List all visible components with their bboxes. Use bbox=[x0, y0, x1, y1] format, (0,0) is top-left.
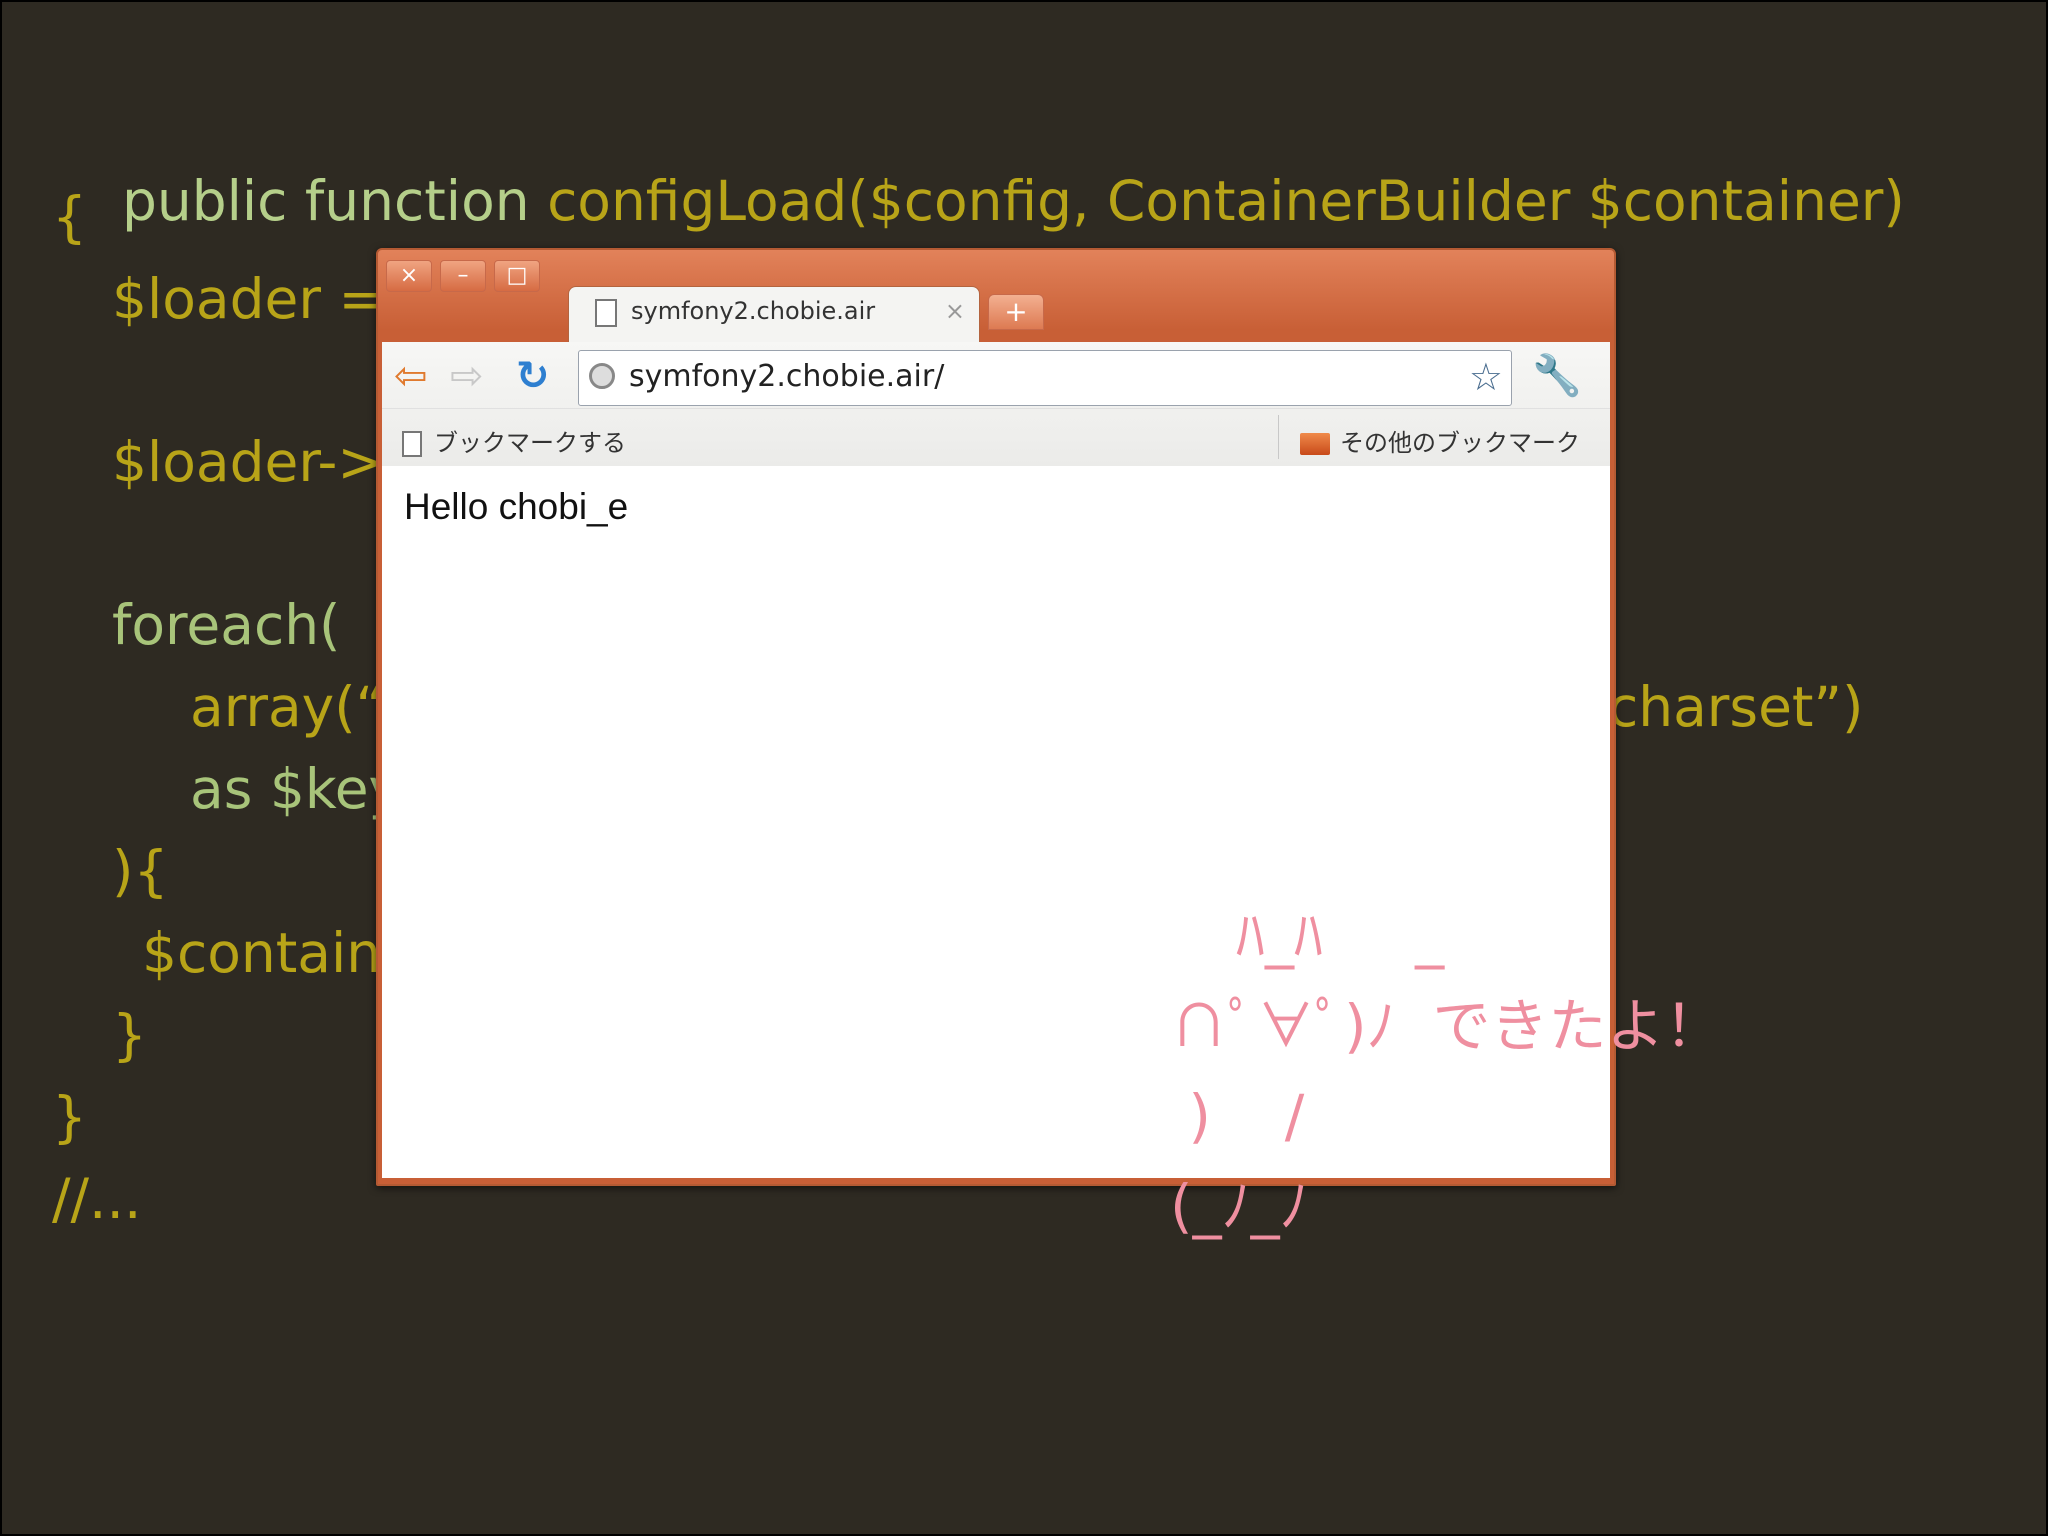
reload-icon[interactable]: ↻ bbox=[516, 354, 550, 398]
url-text[interactable]: symfony2.chobie.air/ bbox=[629, 359, 944, 394]
code-line-6-left: array(“ bbox=[190, 675, 385, 739]
code-line-6-right: charset”) bbox=[1608, 675, 1864, 739]
code-keyword: public function bbox=[121, 169, 548, 233]
globe-icon bbox=[589, 363, 615, 389]
slide: public function configLoad($config, Cont… bbox=[2, 2, 2046, 1534]
maximize-window-button[interactable]: □ bbox=[494, 260, 540, 292]
tab-close-icon[interactable]: × bbox=[945, 297, 965, 325]
code-line-10: } bbox=[112, 1003, 147, 1067]
other-bookmarks-label: その他のブックマーク bbox=[1340, 429, 1580, 457]
close-window-button[interactable]: × bbox=[386, 260, 432, 292]
page-content: Hello chobi_e bbox=[382, 466, 1610, 1178]
code-line-4: $loader-> bbox=[112, 430, 384, 494]
code-line-8: ){ bbox=[112, 839, 169, 903]
back-arrow-icon[interactable]: ⇦ bbox=[394, 354, 428, 398]
browser-tab[interactable]: symfony2.chobie.air × bbox=[568, 286, 980, 343]
code-signature: configLoad($config, ContainerBuilder $co… bbox=[547, 169, 1905, 233]
wrench-menu-icon[interactable]: 🔧 bbox=[1532, 352, 1582, 399]
new-tab-button[interactable]: + bbox=[988, 294, 1044, 330]
overlay-line-4: (_ﾉ_ﾉ bbox=[1170, 1172, 1309, 1240]
forward-arrow-icon[interactable]: ⇨ bbox=[450, 354, 484, 398]
code-line-7: as $key bbox=[190, 757, 402, 821]
page-text: Hello chobi_e bbox=[404, 486, 629, 527]
folder-icon bbox=[1300, 433, 1330, 455]
bookmarks-divider bbox=[1278, 415, 1279, 459]
bookmark-this-label: ブックマークする bbox=[434, 429, 626, 457]
overlay-line-3: ) / bbox=[1170, 1082, 1305, 1150]
bookmark-this-button[interactable]: ブックマークする bbox=[402, 423, 626, 458]
page-icon bbox=[402, 431, 422, 457]
bookmark-star-icon[interactable]: ☆ bbox=[1469, 355, 1503, 399]
page-icon bbox=[595, 299, 617, 327]
code-line-5: foreach( bbox=[112, 593, 341, 657]
code-line-12: //... bbox=[52, 1167, 142, 1231]
overlay-line-1: ﾊ_ﾊ _ bbox=[1236, 902, 1445, 970]
address-bar[interactable]: symfony2.chobie.air/ ☆ bbox=[578, 350, 1512, 406]
code-line-9: $contain bbox=[142, 921, 382, 985]
other-bookmarks-button[interactable]: その他のブックマーク bbox=[1300, 423, 1580, 458]
browser-toolbar: ⇦ ⇨ ↻ symfony2.chobie.air/ ☆ 🔧 ブックマークする … bbox=[382, 342, 1610, 467]
overlay-line-2: ∩ﾟ∀ﾟ)ﾉ できたよ！ bbox=[1170, 992, 1723, 1060]
code-line-3: $loader = bbox=[112, 267, 385, 331]
code-line-2: { bbox=[52, 185, 87, 249]
code-line-11: } bbox=[52, 1085, 87, 1149]
bookmarks-bar: ブックマークする その他のブックマーク bbox=[382, 408, 1610, 467]
minimize-window-button[interactable]: – bbox=[440, 260, 486, 292]
tab-title: symfony2.chobie.air bbox=[631, 297, 876, 325]
